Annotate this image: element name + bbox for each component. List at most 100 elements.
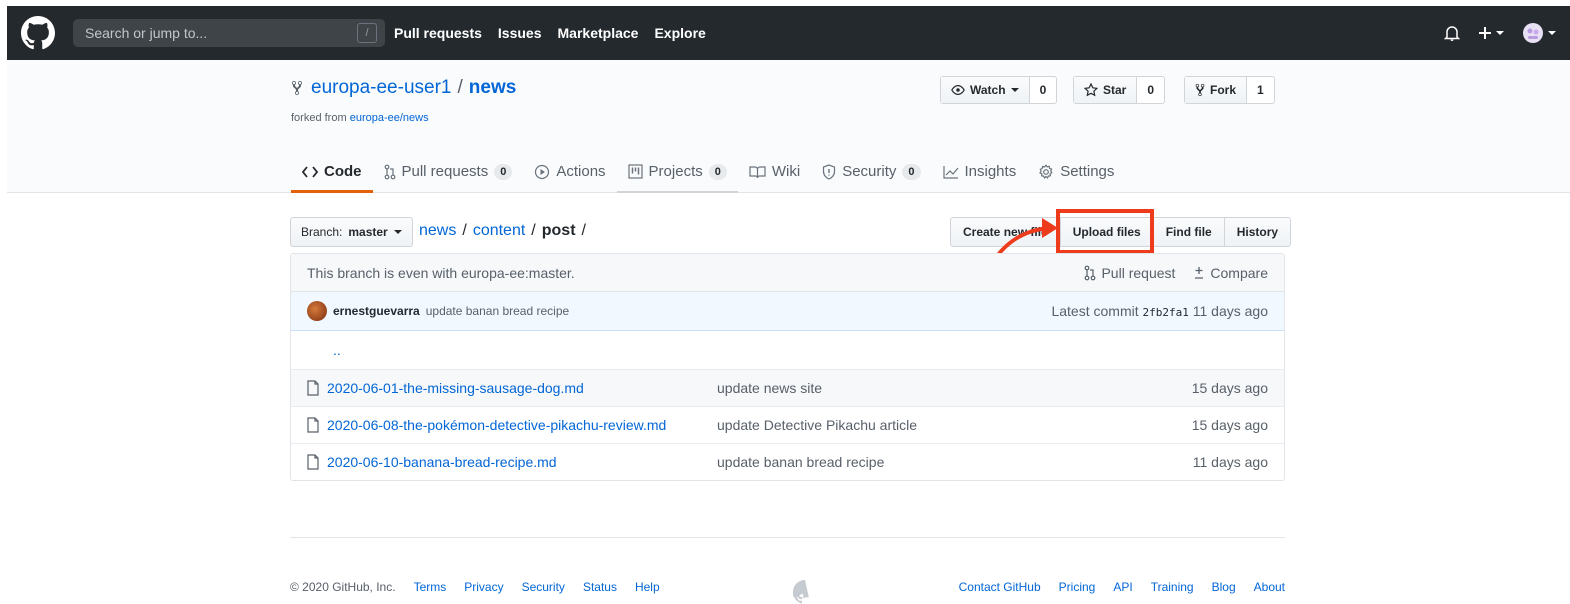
tab-security-label: Security: [842, 163, 897, 180]
project-icon: [627, 164, 643, 179]
commit-meta: Latest commit 2fb2fa1 11 days ago: [1051, 303, 1268, 319]
breadcrumb-content[interactable]: content: [473, 222, 525, 240]
file-listing: This branch is even with europa-ee:maste…: [290, 253, 1285, 481]
repo-header: europa-ee-user1 / news forked from europ…: [7, 60, 1570, 193]
tab-insights-label: Insights: [964, 163, 1017, 180]
star-label: Star: [1103, 83, 1127, 97]
tab-code[interactable]: Code: [291, 150, 373, 193]
footer-link-training[interactable]: Training: [1151, 580, 1194, 594]
footer-link-terms[interactable]: Terms: [414, 580, 447, 594]
github-mark-icon[interactable]: [793, 580, 817, 604]
star-count[interactable]: 0: [1137, 77, 1164, 103]
fork-label: Fork: [1210, 83, 1237, 97]
footer-link-blog[interactable]: Blog: [1212, 580, 1236, 594]
file-commit-message[interactable]: update banan bread recipe: [717, 454, 1193, 470]
watch-label: Watch: [970, 83, 1006, 97]
table-row: 2020-06-01-the-missing-sausage-dog.md up…: [291, 369, 1284, 406]
user-menu-dropdown[interactable]: [1522, 22, 1556, 44]
file-icon: [307, 454, 319, 470]
eye-icon: [951, 84, 965, 96]
watch-button-group: Watch 0: [940, 76, 1058, 104]
file-name-link[interactable]: 2020-06-08-the-pokémon-detective-pikachu…: [327, 417, 666, 433]
projects-counter: 0: [708, 163, 727, 180]
footer-link-security[interactable]: Security: [522, 580, 565, 594]
repo-owner-link[interactable]: europa-ee-user1: [311, 77, 451, 99]
find-file-button[interactable]: Find file: [1152, 218, 1224, 246]
tab-settings[interactable]: Settings: [1027, 150, 1125, 193]
branch-status-bar: This branch is even with europa-ee:maste…: [291, 254, 1284, 292]
avatar[interactable]: [307, 301, 327, 321]
avatar: [1522, 22, 1544, 44]
compare-link[interactable]: Compare: [1193, 265, 1268, 281]
file-name-link[interactable]: 2020-06-01-the-missing-sausage-dog.md: [327, 380, 584, 396]
fork-count[interactable]: 1: [1247, 77, 1274, 103]
footer-link-status[interactable]: Status: [583, 580, 617, 594]
tab-projects-label: Projects: [648, 163, 703, 180]
nav-marketplace[interactable]: Marketplace: [558, 25, 639, 41]
tab-settings-label: Settings: [1060, 163, 1115, 180]
commit-author[interactable]: ernestguevarra: [333, 304, 420, 318]
forked-source-link[interactable]: europa-ee/news: [350, 112, 429, 124]
tab-projects[interactable]: Projects 0: [616, 150, 738, 193]
footer-copyright: © 2020 GitHub, Inc.: [290, 580, 396, 594]
file-age: 11 days ago: [1192, 454, 1268, 470]
file-age: 15 days ago: [1191, 380, 1268, 396]
commit-age: 11 days ago: [1192, 303, 1268, 319]
nav-pull-requests[interactable]: Pull requests: [394, 25, 482, 41]
branch-status-text: This branch is even with europa-ee:maste…: [307, 264, 575, 281]
graph-icon: [942, 165, 959, 179]
file-name-link[interactable]: 2020-06-10-banana-bread-recipe.md: [327, 454, 557, 470]
github-logo-icon[interactable]: [21, 16, 55, 50]
fork-button[interactable]: Fork: [1185, 77, 1248, 103]
parent-directory-link[interactable]: ..: [333, 342, 341, 358]
footer-link-contact[interactable]: Contact GitHub: [959, 580, 1041, 594]
highlight-box: [1056, 209, 1154, 254]
shield-icon: [822, 163, 836, 180]
footer-link-about[interactable]: About: [1254, 580, 1285, 594]
tab-insights[interactable]: Insights: [932, 150, 1028, 193]
star-icon: [1084, 83, 1098, 97]
diff-icon: [1193, 266, 1205, 280]
footer-link-privacy[interactable]: Privacy: [464, 580, 503, 594]
commit-sha[interactable]: 2fb2fa1: [1143, 306, 1189, 319]
star-button[interactable]: Star: [1074, 77, 1138, 103]
commit-message[interactable]: update banan bread recipe: [426, 304, 569, 318]
tab-security[interactable]: Security 0: [811, 150, 931, 193]
pull-request-link[interactable]: Pull request: [1084, 265, 1175, 281]
compare-label: Compare: [1210, 264, 1268, 281]
tab-wiki[interactable]: Wiki: [738, 150, 811, 193]
repo-tabs: Code Pull requests 0 Actions Projects 0 …: [291, 150, 1125, 193]
create-new-dropdown[interactable]: [1478, 26, 1504, 40]
chevron-down-icon: [1548, 31, 1556, 35]
tab-actions[interactable]: Actions: [523, 150, 616, 193]
watch-count[interactable]: 0: [1030, 77, 1057, 103]
repo-forked-icon: [291, 80, 303, 96]
footer-link-pricing[interactable]: Pricing: [1059, 580, 1096, 594]
latest-commit-bar: ernestguevarra update banan bread recipe…: [291, 292, 1284, 331]
file-commit-message[interactable]: update news site: [717, 380, 1192, 396]
fork-button-group: Fork 1: [1184, 76, 1275, 104]
file-age: 15 days ago: [1191, 417, 1268, 433]
file-icon: [307, 380, 319, 396]
file-commit-message[interactable]: update Detective Pikachu article: [717, 417, 1192, 433]
forked-from-label: forked from: [291, 112, 347, 124]
tab-pull-requests[interactable]: Pull requests 0: [373, 150, 524, 193]
watch-button[interactable]: Watch: [941, 77, 1030, 103]
star-button-group: Star 0: [1073, 76, 1166, 104]
book-icon: [749, 165, 766, 179]
nav-explore[interactable]: Explore: [654, 25, 705, 41]
git-pull-request-icon: [1084, 265, 1096, 281]
global-header: Search or jump to... / Pull requests Iss…: [7, 6, 1570, 60]
branch-select-button[interactable]: Branch: master: [290, 217, 413, 247]
breadcrumb-separator: /: [531, 222, 536, 239]
footer-link-api[interactable]: API: [1113, 580, 1132, 594]
search-input[interactable]: Search or jump to... /: [73, 19, 385, 47]
repo-name-link[interactable]: news: [469, 77, 517, 99]
breadcrumb: news / content / post /: [419, 222, 586, 240]
notifications-bell-icon[interactable]: [1444, 24, 1460, 42]
latest-commit-label: Latest commit: [1051, 303, 1139, 319]
nav-issues[interactable]: Issues: [498, 25, 542, 41]
breadcrumb-repo[interactable]: news: [419, 222, 456, 240]
footer-link-help[interactable]: Help: [635, 580, 660, 594]
history-button[interactable]: History: [1223, 218, 1290, 246]
